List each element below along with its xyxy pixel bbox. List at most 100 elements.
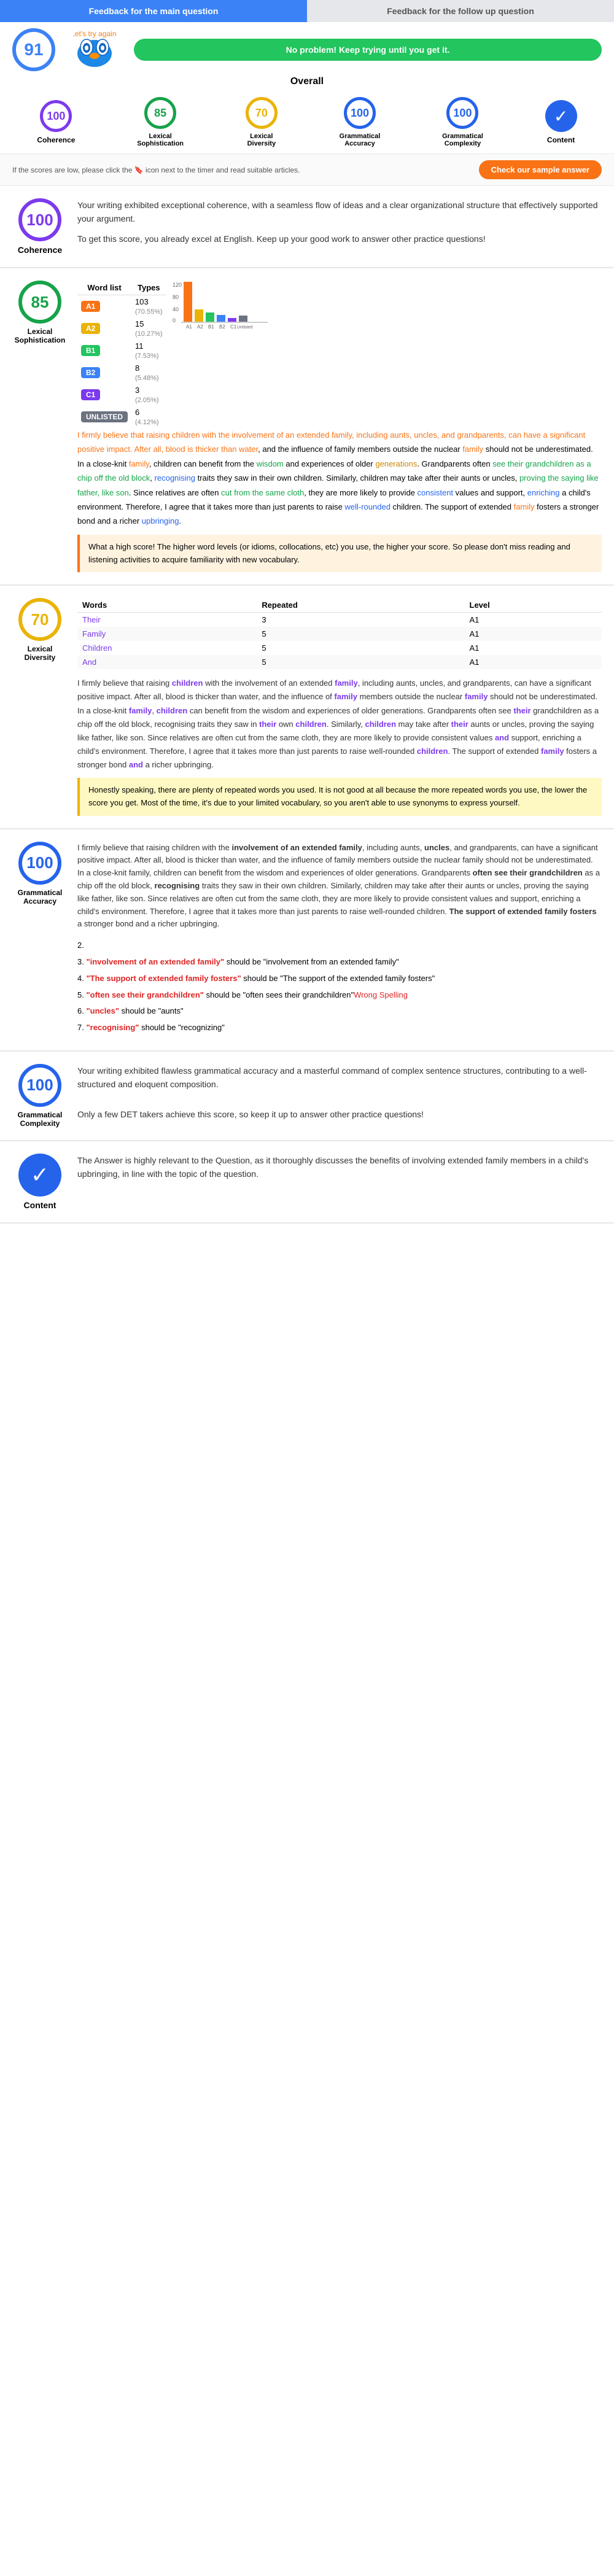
svg-text:80: 80 [173,294,179,300]
coherence-paragraph2: To get this score, you already excel at … [77,232,602,246]
content-section-score: ✓ Content [12,1154,68,1210]
mascot-icon: Let's try again! [70,28,119,71]
level-children: A1 [465,641,602,655]
lex-soph-circle: 85 [144,97,176,129]
gram-acc-section: 100 GrammaticalAccuracy I firmly believe… [0,829,614,1052]
svg-text:Let's try again!: Let's try again! [73,30,116,38]
gram-comp-circle: 100 [446,97,478,129]
info-bar-text: If the scores are low, please click the … [12,166,300,174]
lex-soph-section-score: 85 LexicalSophistication [12,281,68,572]
coherence-circle: 100 [40,100,72,132]
bar-chart: 120 80 40 0 A1 [173,281,271,342]
svg-text:B2: B2 [219,324,225,330]
correction-1: 2. [77,939,602,952]
svg-text:Unlisted: Unlisted [237,325,252,330]
gram-comp-score-item: 100 GrammaticalComplexity [442,97,483,147]
bar-A1 [184,282,192,322]
unlisted-count: 6(4.12%) [131,406,166,428]
gram-acc-big-circle: 100 [18,842,61,885]
coherence-section-label: Coherence [18,245,62,255]
B1-count: 11(7.53%) [131,339,166,362]
correction-4: 5. "often see their grandchildren" shoul… [77,989,602,1002]
content-paragraph: The Answer is highly relevant to the Que… [77,1154,602,1181]
scores-row: 100 Coherence 85 LexicalSophistication 7… [0,87,614,154]
repeated-header: Repeated [257,598,464,613]
content-section-label: Content [24,1200,56,1210]
lex-div-content: Words Repeated Level Their 3 A1 Family 5… [77,598,602,815]
gram-comp-paragraph1: Your writing exhibited flawless grammati… [77,1064,602,1092]
bar-A2 [195,309,203,322]
gram-acc-section-label: GrammaticalAccuracy [18,888,63,906]
correction-3: 4. "The support of extended family foste… [77,972,602,985]
coherence-section: 100 Coherence Your writing exhibited exc… [0,186,614,268]
B2-count: 8(5.48%) [131,362,166,384]
overall-row: 91 Let's try again! No problem! Keep try… [0,22,614,74]
tab-main[interactable]: Feedback for the main question [0,0,307,22]
types-header: Types [131,281,166,295]
repeated-and: 5 [257,655,464,669]
gram-acc-label: GrammaticalAccuracy [340,133,381,147]
tabs: Feedback for the main question Feedback … [0,0,614,22]
A1-count: 103(70.55%) [131,295,166,318]
gram-comp-label: GrammaticalComplexity [442,133,483,147]
badge-C1: C1 [81,389,100,400]
table-row: Children 5 A1 [77,641,602,655]
A2-count: 15(10.27%) [131,317,166,339]
lex-div-big-circle: 70 [18,598,61,641]
tab-followup[interactable]: Feedback for the follow up question [307,0,614,22]
badge-A2: A2 [81,323,100,334]
correction-2: 3. "involvement of an extended family" s… [77,956,602,969]
svg-text:B1: B1 [208,324,214,330]
table-row: Family 5 A1 [77,627,602,641]
lex-soph-section: 85 LexicalSophistication Word list Types [0,268,614,586]
badge-A1: A1 [81,301,100,312]
coherence-score-item: 100 Coherence [37,100,75,144]
svg-text:40: 40 [173,306,179,312]
honestly-note: Honestly speaking, there are plenty of r… [77,778,602,816]
overall-score-circle: 91 [12,28,55,71]
coherence-label: Coherence [37,136,75,144]
svg-text:0: 0 [173,317,176,324]
table-row: Their 3 A1 [77,613,602,627]
word-family: Family [77,627,257,641]
content-label: Content [547,136,575,144]
correction-5: 6. "uncles" should be "aunts" [77,1005,602,1018]
svg-text:A1: A1 [186,324,192,330]
info-bar: If the scores are low, please click the … [0,154,614,186]
coherence-section-score: 100 Coherence [12,198,68,255]
gram-comp-section-score: 100 GrammaticalComplexity [12,1064,68,1128]
table-row: UNLISTED 6(4.12%) [77,406,166,428]
content-content: The Answer is highly relevant to the Que… [77,1154,602,1210]
content-section: ✓ Content The Answer is highly relevant … [0,1141,614,1224]
level-family: A1 [465,627,602,641]
badge-unlisted: UNLISTED [81,411,128,422]
badge-B2: B2 [81,367,100,378]
svg-text:120: 120 [173,282,182,288]
coherence-big-circle: 100 [18,198,61,241]
lex-div-section-label: LexicalDiversity [25,645,56,662]
content-score-item: ✓ Content [545,100,577,144]
gram-comp-section: 100 GrammaticalComplexity Your writing e… [0,1052,614,1141]
coherence-paragraph1: Your writing exhibited exceptional coher… [77,198,602,226]
word-their: Their [77,613,257,627]
lex-soph-big-circle: 85 [18,281,61,324]
level-their: A1 [465,613,602,627]
gram-comp-big-circle: 100 [18,1064,61,1107]
high-score-note: What a high score! The higher word level… [77,535,602,573]
repeated-children: 5 [257,641,464,655]
svg-text:A2: A2 [197,324,203,330]
word-list-header: Word list [77,281,131,295]
words-header: Words [77,598,257,613]
correction-6: 7. "recognising" should be "recognizing" [77,1022,602,1034]
coherence-content: Your writing exhibited exceptional coher… [77,198,602,255]
lex-soph-label: LexicalSophistication [137,133,184,147]
lex-soph-colored-text: I firmly believe that raising children w… [77,428,602,529]
sample-answer-button[interactable]: Check our sample answer [479,160,602,179]
content-check-big-icon: ✓ [18,1154,61,1197]
word-list-table: Word list Types A1 103(70.55%) A2 [77,281,166,428]
word-and: And [77,655,257,669]
gram-comp-paragraph2: Only a few DET takers achieve this score… [77,1108,602,1121]
table-row: B1 11(7.53%) [77,339,166,362]
table-row: A2 15(10.27%) [77,317,166,339]
level-and: A1 [465,655,602,669]
